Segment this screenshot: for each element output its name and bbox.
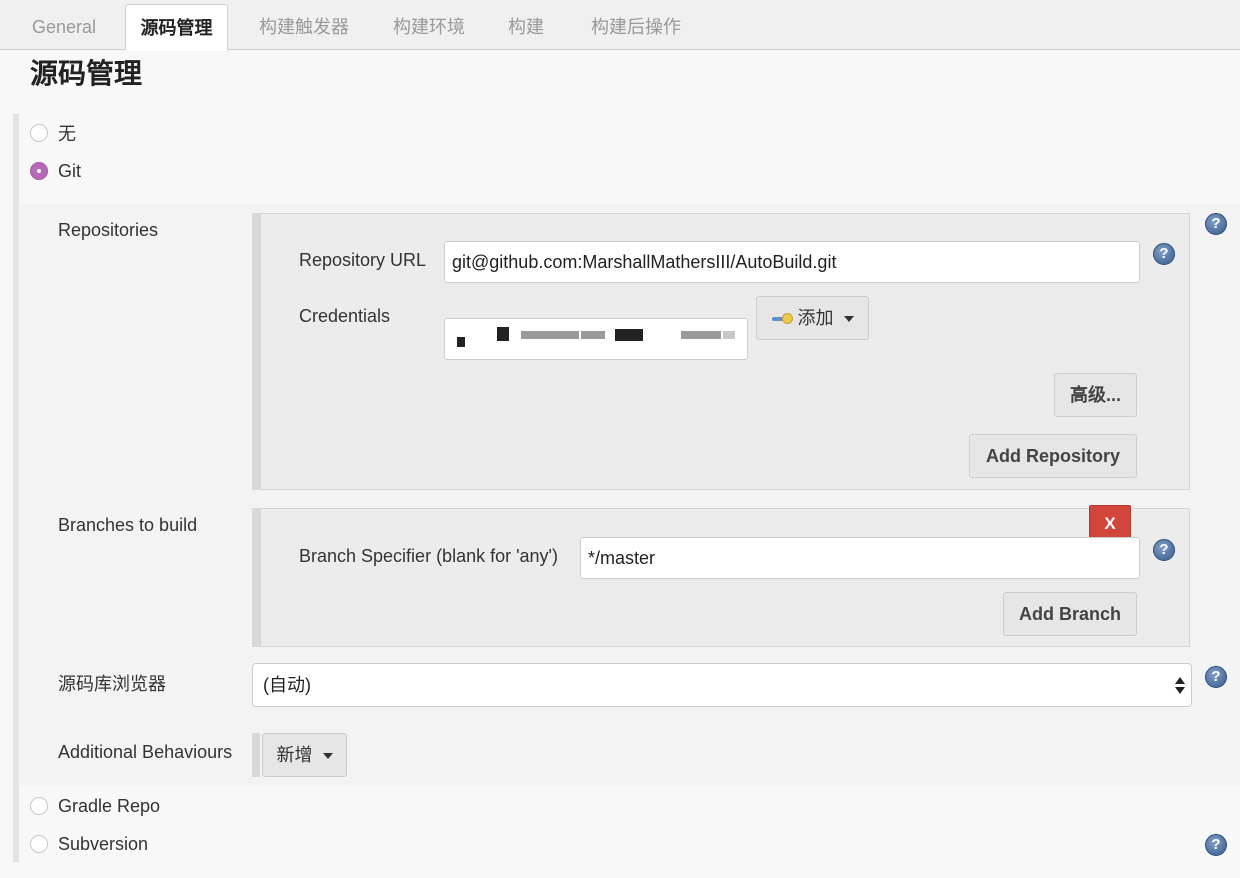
scm-option-subversion[interactable]: Subversion [30,832,148,856]
repo-browser-label: 源码库浏览器 [58,674,166,694]
repo-browser-select[interactable]: (自动) [252,663,1192,707]
tab-source-code-management[interactable]: 源码管理 [125,4,228,51]
credentials-redaction [615,329,643,341]
tab-post-build-actions[interactable]: 构建后操作 [576,4,696,50]
credentials-select[interactable] [444,318,748,360]
scm-option-gradle-repo[interactable]: Gradle Repo [30,794,160,818]
branch-specifier-input[interactable]: */master [580,537,1140,579]
credentials-redaction [457,337,465,347]
additional-behaviours-label: Additional Behaviours [58,742,233,762]
add-credentials-button[interactable]: 添加 [756,296,869,340]
add-branch-button[interactable]: Add Branch [1003,592,1137,636]
branches-accent [252,508,260,647]
radio-gradle-repo-label: Gradle Repo [58,795,161,816]
select-arrows-icon [1175,675,1185,695]
repositories-help-icon[interactable]: ? [1205,213,1227,235]
add-repository-button[interactable]: Add Repository [969,434,1137,478]
radio-subversion-label: Subversion [58,833,149,854]
credentials-redaction [723,331,735,339]
radio-gradle-repo[interactable] [30,797,48,815]
subversion-help-icon[interactable]: ? [1205,834,1227,856]
key-icon [771,313,794,325]
behaviours-accent [252,733,260,777]
credentials-redaction [581,331,605,339]
repo-browser-value: (自动) [263,675,311,695]
tab-bar: General 源码管理 构建触发器 构建环境 构建 构建后操作 [0,0,1240,51]
radio-git-label: Git [58,160,82,181]
credentials-label: Credentials [299,306,391,326]
tab-general[interactable]: General [14,4,114,50]
add-credentials-label: 添加 [797,308,834,328]
repositories-label: Repositories [58,220,159,240]
radio-subversion[interactable] [30,835,48,853]
page-title: 源码管理 [30,58,143,89]
credentials-redaction [497,327,509,341]
credentials-redaction [521,331,579,339]
add-behaviour-button[interactable]: 新增 [262,733,347,777]
branch-specifier-label: Branch Specifier (blank for 'any') [299,546,558,566]
radio-git[interactable] [30,162,48,180]
tab-build-environment[interactable]: 构建环境 [380,4,478,50]
branch-specifier-help-icon[interactable]: ? [1153,539,1175,561]
repository-url-input[interactable]: git@github.com:MarshallMathersIII/AutoBu… [444,241,1140,283]
repository-url-help-icon[interactable]: ? [1153,243,1175,265]
repo-browser-help-icon[interactable]: ? [1205,666,1227,688]
radio-none[interactable] [30,124,48,142]
radio-none-label: 无 [58,124,76,144]
tab-build-triggers[interactable]: 构建触发器 [244,4,364,50]
repositories-accent [252,213,260,490]
scm-option-none[interactable]: 无 [30,121,76,145]
chevron-down-icon [843,316,854,323]
add-behaviour-label: 新增 [276,745,313,765]
section-indent-bar [13,114,19,862]
scm-option-git[interactable]: Git [30,159,81,183]
credentials-redaction [681,331,721,339]
chevron-down-icon [322,753,333,760]
tab-build[interactable]: 构建 [496,4,556,50]
advanced-button[interactable]: 高级... [1054,373,1137,417]
branches-to-build-label: Branches to build [58,515,198,535]
repository-url-label: Repository URL [299,250,427,270]
